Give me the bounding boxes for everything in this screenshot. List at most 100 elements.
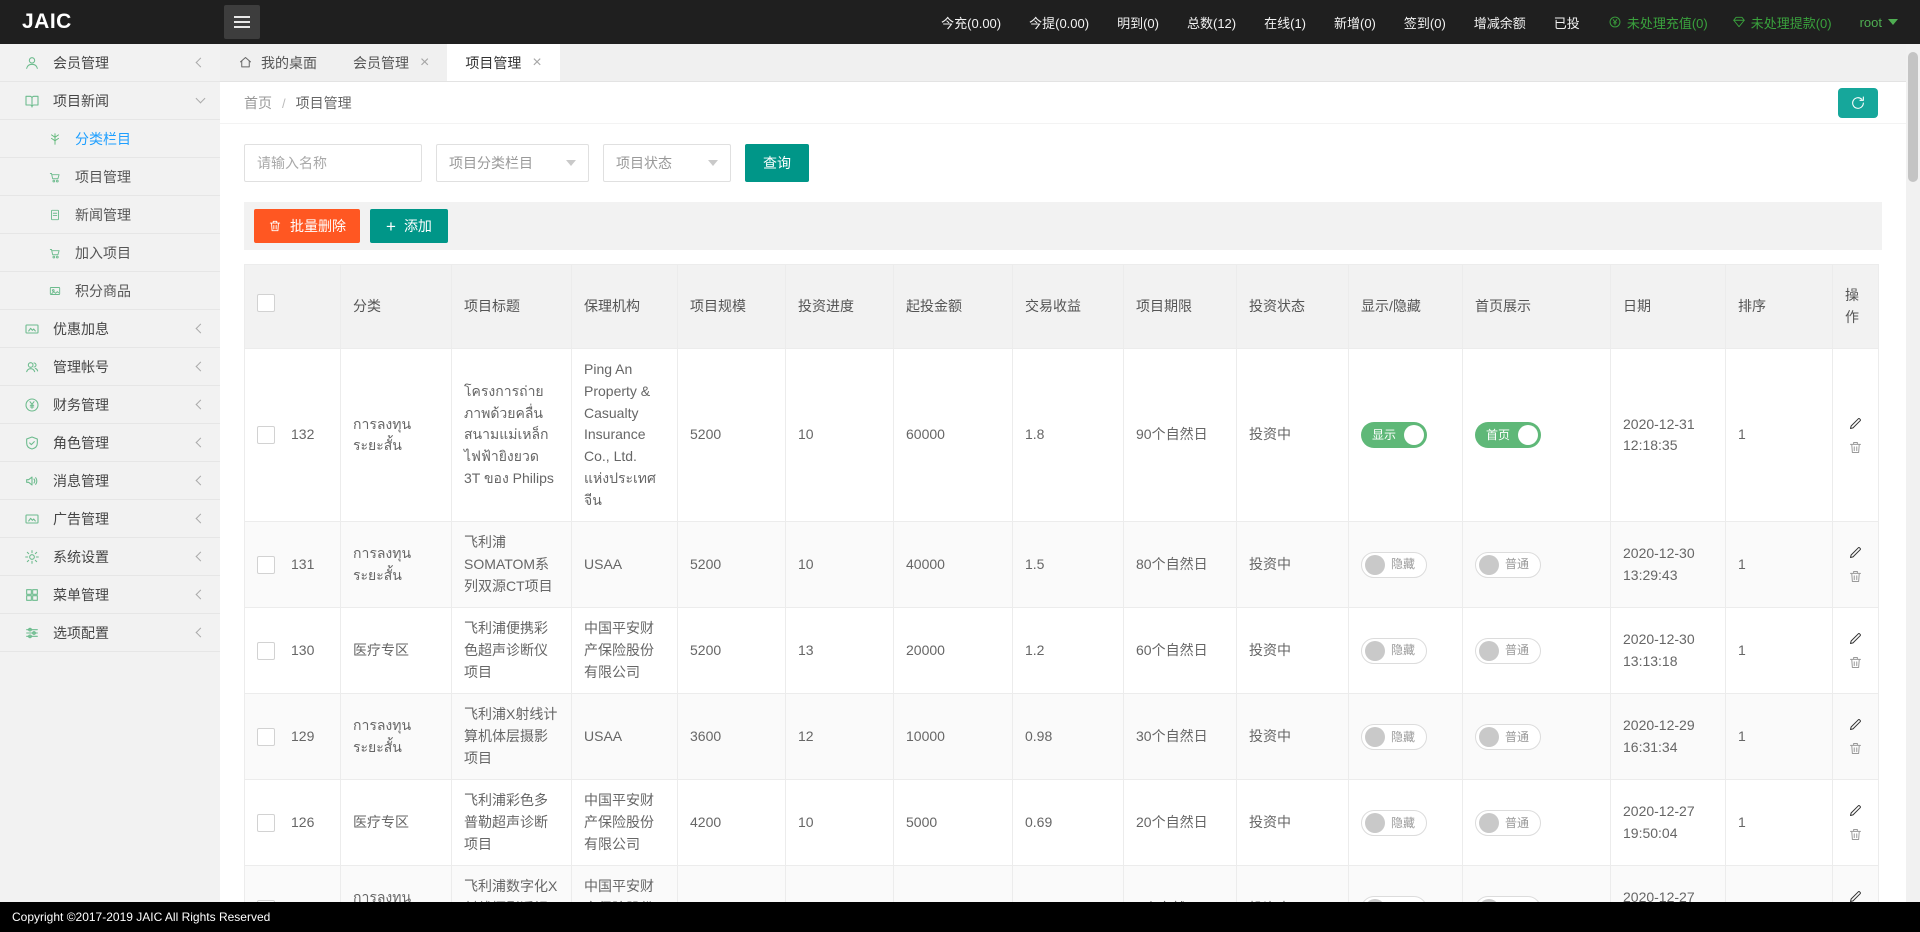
term-cell: 90个自然日 — [1124, 349, 1237, 522]
sidebar-item-label: 积分商品 — [75, 281, 131, 301]
delete-icon[interactable] — [1848, 655, 1863, 670]
row-checkbox[interactable] — [257, 728, 275, 746]
sidebar-item[interactable]: 菜单管理 — [0, 576, 220, 614]
sidebar-item[interactable]: 新闻管理 — [0, 196, 220, 234]
row-id: 132 — [291, 424, 314, 446]
display-toggle[interactable]: 隐藏 — [1361, 552, 1427, 578]
sidebar-item[interactable]: 项目新闻 — [0, 82, 220, 120]
edit-icon[interactable] — [1848, 631, 1863, 646]
refresh-icon — [1850, 95, 1866, 111]
header-checkbox-cell — [245, 265, 341, 349]
profit-cell: 0.98 — [1013, 694, 1124, 780]
delete-icon[interactable] — [1848, 569, 1863, 584]
vertical-scrollbar[interactable] — [1906, 44, 1920, 902]
display-toggle-label: 隐藏 — [1391, 555, 1415, 574]
edit-icon[interactable] — [1848, 889, 1863, 902]
sidebar-item[interactable]: 角色管理 — [0, 424, 220, 462]
row-checkbox[interactable] — [257, 814, 275, 832]
tab[interactable]: 我的桌面 — [220, 44, 335, 81]
delete-icon[interactable] — [1848, 741, 1863, 756]
display-toggle[interactable]: 显示 — [1361, 422, 1427, 448]
toggle-knob — [1365, 641, 1385, 661]
display-toggle[interactable]: 隐藏 — [1361, 810, 1427, 836]
app-logo: JAIC — [0, 10, 220, 34]
delete-icon[interactable] — [1848, 827, 1863, 842]
add-button[interactable]: + 添加 — [370, 209, 448, 243]
tab[interactable]: 项目管理× — [447, 44, 559, 81]
status-cell: 投资中 — [1237, 522, 1349, 608]
sidebar-item[interactable]: 消息管理 — [0, 462, 220, 500]
tab[interactable]: 会员管理× — [335, 44, 447, 81]
status-select[interactable]: 项目状态 — [603, 144, 731, 182]
edit-icon[interactable] — [1848, 717, 1863, 732]
chevron-left-icon — [196, 324, 206, 334]
breadcrumb-item[interactable]: 首页 — [244, 95, 272, 111]
batch-delete-button[interactable]: 批量删除 — [254, 209, 360, 243]
close-tab-icon[interactable]: × — [420, 55, 429, 71]
sidebar-item[interactable]: 广告管理 — [0, 500, 220, 538]
delete-icon[interactable] — [1848, 440, 1863, 455]
breadcrumb-row: 首页/项目管理 — [220, 82, 1906, 124]
sidebar-item[interactable]: 财务管理 — [0, 386, 220, 424]
topbar-alert-link[interactable]: 未处理充值(0) — [1608, 13, 1708, 32]
row-checkbox[interactable] — [257, 556, 275, 574]
sidebar-item[interactable]: 管理帐号 — [0, 348, 220, 386]
display-toggle[interactable]: 隐藏 — [1361, 724, 1427, 750]
sidebar-item[interactable]: 积分商品 — [0, 272, 220, 310]
homepage-toggle[interactable]: 普通 — [1475, 810, 1541, 836]
sidebar-item[interactable]: 选项配置 — [0, 614, 220, 652]
category-cell: 医疗专区 — [341, 608, 452, 694]
name-search-input[interactable] — [244, 144, 422, 182]
display-toggle-cell: 隐藏 — [1349, 866, 1463, 902]
sidebar-item[interactable]: 加入项目 — [0, 234, 220, 272]
scrollbar-thumb[interactable] — [1908, 52, 1918, 182]
homepage-toggle[interactable]: 首页 — [1475, 422, 1541, 448]
sidebar-toggle-button[interactable] — [224, 5, 260, 39]
sort-cell: 1 — [1726, 694, 1833, 780]
table-row: 125การลงทุนระยะสั้น飞利浦数字化X射线摄影透视项目中国平安财产… — [245, 866, 1879, 902]
operations-cell — [1833, 522, 1879, 608]
chevron-left-icon — [196, 476, 206, 486]
person-icon — [24, 55, 40, 71]
homepage-toggle[interactable]: 普通 — [1475, 552, 1541, 578]
category-select[interactable]: 项目分类栏目 — [436, 144, 589, 182]
table-row: 132การลงทุนระยะสั้นโครงการถ่ายภาพด้วยคลื… — [245, 349, 1879, 522]
select-all-checkbox[interactable] — [257, 294, 275, 312]
sidebar-item[interactable]: 会员管理 — [0, 44, 220, 82]
edit-icon[interactable] — [1848, 803, 1863, 818]
edit-icon[interactable] — [1848, 416, 1863, 431]
sidebar-item-label: 新闻管理 — [75, 205, 131, 225]
min-amount-cell: 40000 — [894, 522, 1013, 608]
topbar-alert-label: 未处理提款(0) — [1751, 13, 1832, 32]
toggle-knob — [1479, 727, 1499, 747]
display-toggle-label: 隐藏 — [1391, 641, 1415, 660]
sidebar-item[interactable]: 系统设置 — [0, 538, 220, 576]
image-icon — [48, 284, 62, 298]
row-checkbox[interactable] — [257, 426, 275, 444]
column-header: 项目标题 — [452, 265, 572, 349]
user-menu[interactable]: root — [1860, 15, 1898, 30]
scale-cell: 4200 — [678, 780, 786, 866]
topbar-right: 今充(0.00)今提(0.00)明到(0)总数(12)在线(1)新增(0)签到(… — [941, 13, 1920, 32]
topbar-stat: 在线(1) — [1264, 13, 1306, 32]
close-tab-icon[interactable]: × — [532, 55, 541, 71]
category-select-value: 项目分类栏目 — [449, 153, 533, 173]
homepage-toggle[interactable]: 普通 — [1475, 638, 1541, 664]
row-checkbox[interactable] — [257, 642, 275, 660]
book-icon — [24, 93, 40, 109]
search-button[interactable]: 查询 — [745, 144, 809, 182]
topbar-stat: 已投 — [1554, 13, 1580, 32]
term-cell: 80个自然日 — [1124, 522, 1237, 608]
term-cell: 5个自然日 — [1124, 866, 1237, 902]
homepage-toggle[interactable]: 普通 — [1475, 724, 1541, 750]
display-toggle[interactable]: 隐藏 — [1361, 638, 1427, 664]
sidebar-item[interactable]: 优惠加息 — [0, 310, 220, 348]
refresh-button[interactable] — [1838, 88, 1878, 118]
sidebar-item[interactable]: 分类栏目 — [0, 120, 220, 158]
display-toggle-label: 隐藏 — [1391, 728, 1415, 747]
edit-icon[interactable] — [1848, 545, 1863, 560]
sidebar-item[interactable]: 项目管理 — [0, 158, 220, 196]
coin-icon — [1608, 15, 1622, 29]
topbar-alert-link[interactable]: 未处理提款(0) — [1732, 13, 1832, 32]
homepage-toggle-cell: 普通 — [1463, 866, 1611, 902]
